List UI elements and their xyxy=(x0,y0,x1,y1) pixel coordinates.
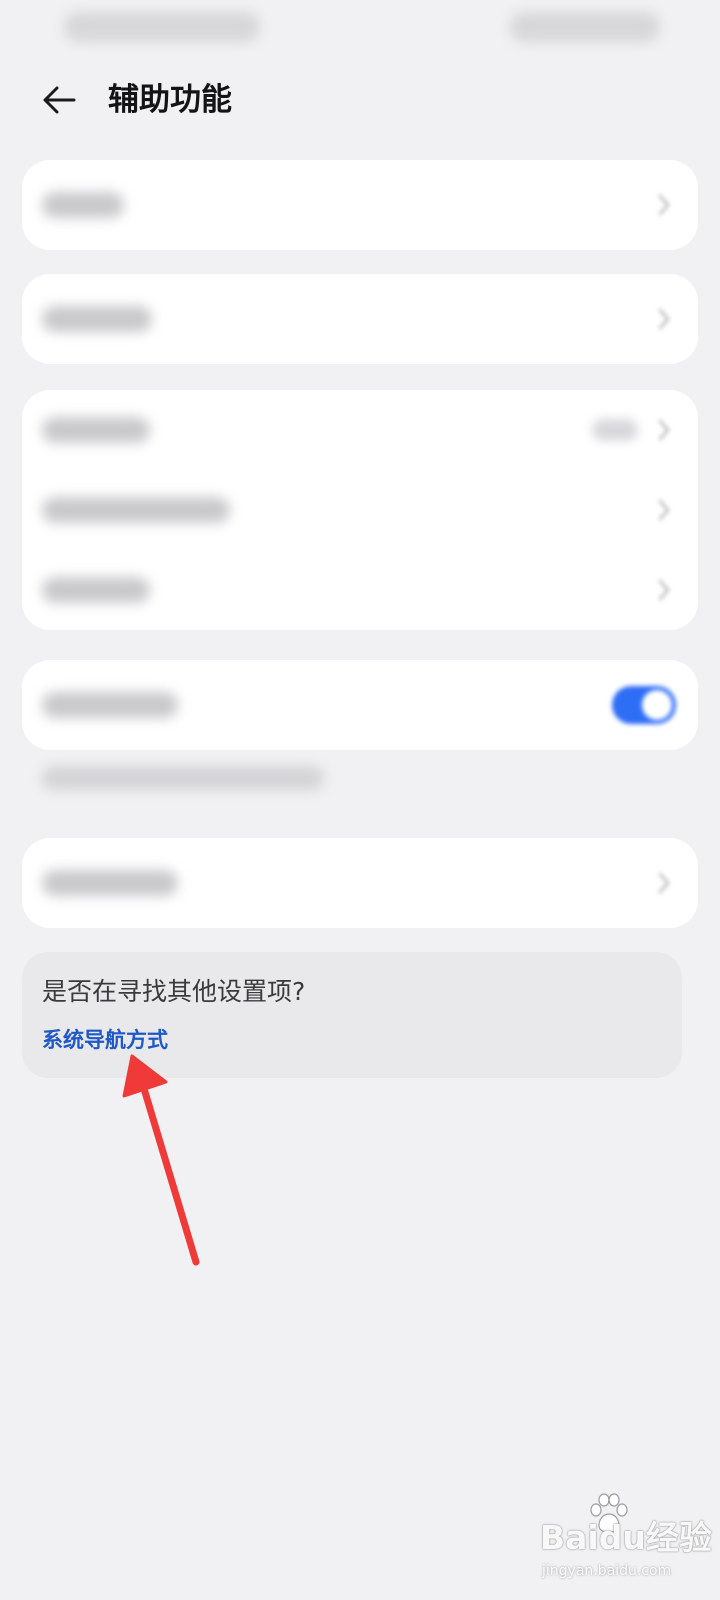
chevron-right-icon xyxy=(658,308,670,330)
toggle-switch[interactable] xyxy=(612,686,676,724)
row-label-blurred xyxy=(42,497,230,523)
status-bar xyxy=(0,0,720,56)
page-title: 辅助功能 xyxy=(108,82,232,118)
chevron-right-icon xyxy=(658,499,670,521)
settings-row-3b[interactable] xyxy=(22,470,698,550)
chevron-right-icon xyxy=(658,419,670,441)
row-label-blurred xyxy=(42,192,124,218)
row-label-blurred xyxy=(42,306,152,332)
settings-row-5[interactable] xyxy=(22,838,698,928)
status-carrier-blurred xyxy=(64,12,260,42)
chevron-right-icon xyxy=(658,579,670,601)
settings-card-3 xyxy=(22,390,698,630)
baidu-watermark: Baidu经验 jingyan.baidu.com xyxy=(538,1492,712,1582)
arrow-left-icon[interactable] xyxy=(40,80,80,120)
settings-card-5 xyxy=(22,838,698,928)
chevron-right-icon xyxy=(658,872,670,894)
settings-row-3c[interactable] xyxy=(22,550,698,630)
chevron-right-icon xyxy=(658,194,670,216)
row-label-blurred xyxy=(42,870,178,896)
row-label-blurred xyxy=(42,692,178,718)
system-navigation-link[interactable]: 系统导航方式 xyxy=(42,1024,168,1056)
settings-card-4 xyxy=(22,660,698,750)
suggestion-title: 是否在寻找其他设置项? xyxy=(42,977,306,1006)
settings-row-2[interactable] xyxy=(22,274,698,364)
page-header: 辅助功能 xyxy=(0,64,720,136)
toggle-description-blurred xyxy=(42,766,324,790)
suggestion-card: 是否在寻找其他设置项? 系统导航方式 xyxy=(22,952,682,1078)
row-label-blurred xyxy=(42,577,150,603)
settings-card-1 xyxy=(22,160,698,250)
watermark-site-text: jingyan.baidu.com xyxy=(542,1563,672,1579)
settings-card-2 xyxy=(22,274,698,364)
settings-row-toggle[interactable] xyxy=(22,660,698,750)
status-icons-blurred xyxy=(510,12,660,42)
toggle-knob xyxy=(642,690,672,720)
settings-row-3a[interactable] xyxy=(22,390,698,470)
watermark-logo-text: Baidu经验 xyxy=(540,1518,712,1557)
row-value-blurred xyxy=(592,419,638,441)
row-label-blurred xyxy=(42,417,150,443)
settings-row-accessibility[interactable] xyxy=(22,160,698,250)
